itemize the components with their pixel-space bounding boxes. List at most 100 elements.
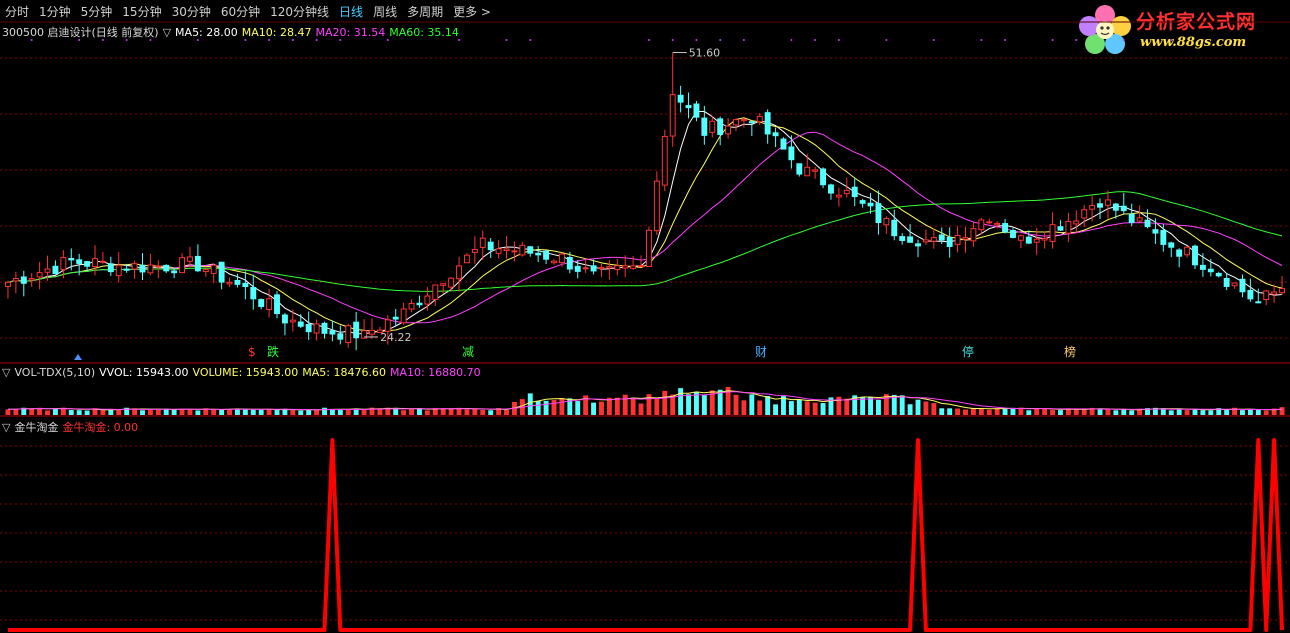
candle-body bbox=[1120, 205, 1127, 212]
candle-body bbox=[36, 272, 43, 278]
candle-body bbox=[487, 241, 494, 251]
event-tag[interactable]: 财 bbox=[755, 345, 767, 359]
volume-bar bbox=[662, 390, 668, 415]
signal-dot bbox=[814, 39, 817, 41]
volume-bar bbox=[155, 409, 161, 415]
candle-body bbox=[740, 118, 747, 122]
signal-dot bbox=[790, 39, 793, 41]
candle-body bbox=[859, 200, 866, 204]
volume-bar bbox=[591, 402, 597, 415]
signal-dot bbox=[742, 39, 745, 41]
candle-body bbox=[709, 120, 716, 133]
volume-bar bbox=[860, 397, 866, 415]
volume-bar bbox=[678, 388, 684, 415]
volume-bar bbox=[100, 410, 106, 415]
candle-body bbox=[20, 276, 27, 284]
candle-body bbox=[1041, 237, 1048, 241]
volume-bar bbox=[242, 408, 248, 415]
event-tag[interactable]: 榜 bbox=[1064, 344, 1076, 359]
signal-dot bbox=[1075, 39, 1078, 41]
candle-body bbox=[479, 237, 486, 248]
candle-body bbox=[661, 135, 668, 186]
volume-bar bbox=[424, 410, 430, 415]
candle-body bbox=[1239, 278, 1246, 293]
candle-body bbox=[1192, 245, 1198, 266]
candle-body bbox=[1160, 230, 1167, 245]
event-tag[interactable]: $ bbox=[248, 345, 256, 359]
event-tag[interactable]: 减 bbox=[462, 345, 474, 359]
volume-bar bbox=[1129, 410, 1135, 415]
candle-body bbox=[1199, 264, 1206, 270]
volume-bar bbox=[29, 408, 35, 415]
volume-bar bbox=[1065, 408, 1071, 415]
candle-body bbox=[84, 261, 91, 267]
signal-dot bbox=[671, 39, 674, 41]
candle-body bbox=[986, 221, 993, 224]
volume-bar bbox=[219, 409, 225, 415]
volume-bar bbox=[195, 410, 201, 415]
candle-body bbox=[1255, 301, 1262, 304]
candle-body bbox=[194, 255, 201, 272]
candle-body bbox=[527, 246, 534, 254]
volume-bar bbox=[630, 398, 636, 415]
candle-body bbox=[772, 132, 779, 137]
kline-chart[interactable]: 51.60 24.22 $ 跌 减 财 停 榜 bbox=[0, 0, 1290, 633]
candle-body bbox=[899, 236, 906, 241]
volume-bar bbox=[931, 403, 937, 415]
candle-body bbox=[875, 203, 882, 224]
candle-body bbox=[638, 265, 644, 268]
event-tag[interactable]: 停 bbox=[962, 344, 974, 359]
volume-bar bbox=[978, 408, 984, 415]
candle-body bbox=[242, 282, 249, 288]
candle-body bbox=[440, 283, 447, 286]
candle-body bbox=[930, 237, 937, 242]
signal-dot bbox=[244, 39, 247, 41]
candle-body bbox=[835, 194, 842, 198]
signal-dot bbox=[30, 39, 33, 41]
candle-body bbox=[685, 105, 692, 109]
candle-body bbox=[384, 319, 391, 332]
volume-bar bbox=[140, 410, 145, 415]
candle-body bbox=[1112, 203, 1119, 211]
candle-body bbox=[107, 263, 114, 273]
volume-bar bbox=[1176, 409, 1182, 415]
candle-body bbox=[1073, 220, 1080, 225]
volume-bar bbox=[440, 408, 446, 415]
volume-bar bbox=[844, 398, 850, 415]
signal-dot bbox=[647, 39, 650, 41]
candle-body bbox=[258, 299, 265, 307]
volume-bar bbox=[820, 403, 826, 415]
candle-body bbox=[907, 236, 914, 243]
volume-bar bbox=[599, 401, 604, 415]
signal-dot bbox=[101, 39, 104, 41]
candle-body bbox=[598, 266, 605, 270]
signal-dot bbox=[1004, 39, 1007, 41]
volume-bar bbox=[788, 401, 794, 415]
candle-body bbox=[187, 256, 193, 262]
volume-bar bbox=[401, 410, 407, 415]
volume-bar bbox=[306, 409, 312, 415]
volume-bar bbox=[147, 409, 153, 415]
signal-dot bbox=[719, 39, 722, 41]
candle-body bbox=[463, 254, 470, 264]
signal-dot bbox=[1122, 39, 1125, 41]
signal-dot bbox=[1051, 39, 1054, 41]
candle-body bbox=[1184, 246, 1191, 256]
candle-body bbox=[915, 243, 921, 247]
volume-ma5-line bbox=[8, 390, 1283, 411]
candle-body bbox=[345, 325, 352, 344]
volume-bar bbox=[290, 410, 296, 415]
candle-body bbox=[582, 267, 589, 270]
candle-body bbox=[622, 265, 629, 269]
signal-dot bbox=[885, 39, 888, 41]
volume-bar bbox=[812, 402, 818, 415]
candle-body bbox=[1049, 224, 1056, 242]
candle-body bbox=[163, 264, 170, 272]
candle-body bbox=[266, 298, 273, 311]
candle-body bbox=[218, 261, 225, 283]
event-tag[interactable]: 跌 bbox=[267, 344, 279, 359]
candle-body bbox=[717, 118, 724, 135]
candle-body bbox=[234, 279, 241, 285]
candle-body bbox=[756, 115, 763, 123]
volume-bar bbox=[773, 404, 779, 415]
